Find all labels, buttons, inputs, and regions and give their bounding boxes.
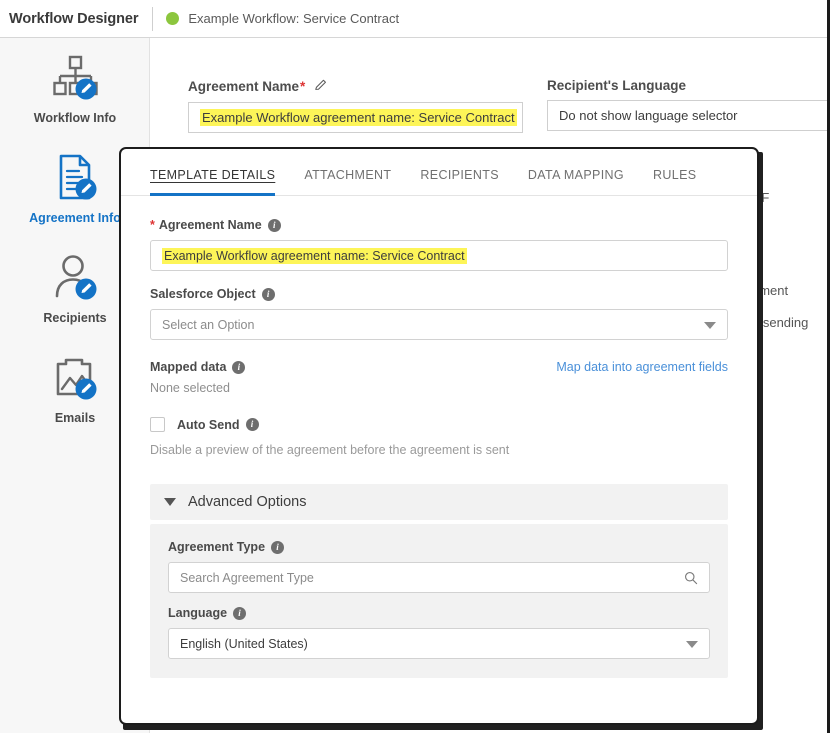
label-text: Agreement Name (158, 218, 262, 232)
salesforce-object-label: Salesforce Object i (150, 287, 728, 301)
agreement-name-input[interactable]: Example Workflow agreement name: Service… (150, 240, 728, 271)
background-agreement-name-input[interactable]: Example Workflow agreement name: Service… (188, 102, 523, 133)
label-text: Agreement Type (168, 540, 266, 554)
info-icon[interactable]: i (232, 360, 246, 374)
label-text: Language (168, 606, 228, 620)
auto-send-label: Auto Send i (177, 418, 259, 432)
language-label: Language i (168, 606, 710, 620)
sidebar-item-label: Emails (54, 410, 96, 425)
tab-rules[interactable]: RULES (653, 168, 696, 196)
info-icon[interactable]: i (245, 418, 259, 431)
sidebar-item-label: Workflow Info (33, 110, 117, 125)
chevron-down-icon[interactable] (686, 640, 698, 648)
sidebar-item-workflow-info[interactable]: Workflow Info (0, 38, 150, 138)
background-agreement-name-value: Example Workflow agreement name: Service… (200, 109, 517, 126)
advanced-options-header[interactable]: Advanced Options (150, 484, 728, 520)
chevron-down-icon[interactable] (704, 321, 716, 329)
background-recipients-language-group: Recipient's Language Do not show languag… (547, 78, 827, 131)
label-text: Mapped data (150, 360, 227, 374)
person-icon (49, 252, 101, 304)
mapped-data-row: Mapped data i Map data into agreement fi… (150, 360, 728, 374)
advanced-options-panel: Agreement Type i Search Agreement Type L… (150, 524, 728, 678)
salesforce-object-value: Select an Option (162, 317, 255, 332)
tab-data-mapping[interactable]: DATA MAPPING (528, 168, 624, 196)
template-details-modal: TEMPLATE DETAILS ATTACHMENT RECIPIENTS D… (119, 147, 759, 725)
background-recipients-language-select[interactable]: Do not show language selector (547, 100, 827, 131)
workflow-name-label: Example Workflow: Service Contract (188, 11, 400, 26)
background-recipients-language-label: Recipient's Language (547, 78, 686, 93)
auto-send-row[interactable]: Auto Send i (150, 417, 728, 432)
background-agreement-name-label: Agreement Name * (188, 78, 523, 95)
modal-body: * Agreement Name i Example Workflow agre… (121, 196, 757, 678)
label-text: Agreement Name (188, 79, 300, 94)
auto-send-checkbox[interactable] (150, 417, 165, 432)
salesforce-object-select[interactable]: Select an Option (150, 309, 728, 340)
background-agreement-name-group: Agreement Name * Example Workflow agreeme… (188, 78, 523, 133)
tab-template-details[interactable]: TEMPLATE DETAILS (150, 168, 276, 196)
background-recipients-language-value: Do not show language selector (559, 108, 738, 123)
chevron-down-icon (164, 498, 176, 506)
agreement-type-search-field[interactable]: Search Agreement Type (168, 562, 710, 593)
agreement-name-label: * Agreement Name i (150, 218, 728, 232)
auto-send-help-text: Disable a preview of the agreement befor… (150, 443, 510, 457)
status-dot-icon (166, 12, 180, 25)
header-divider (152, 6, 154, 31)
language-select[interactable]: English (United States) (168, 628, 710, 659)
sidebar-item-label: Recipients (43, 310, 107, 325)
page-title: Workflow Designer (9, 10, 139, 27)
info-icon[interactable]: i (271, 540, 285, 554)
tab-recipients[interactable]: RECIPIENTS (420, 168, 499, 196)
agreement-type-label: Agreement Type i (168, 540, 710, 554)
agreement-type-placeholder: Search Agreement Type (180, 570, 314, 585)
info-icon[interactable]: i (261, 287, 275, 301)
label-text: Salesforce Object (150, 287, 256, 301)
map-data-link[interactable]: Map data into agreement fields (556, 360, 728, 374)
required-asterisk: * (300, 79, 306, 94)
advanced-options-title: Advanced Options (188, 494, 307, 510)
modal-tab-bar: TEMPLATE DETAILS ATTACHMENT RECIPIENTS D… (121, 149, 757, 196)
sidebar-item-label: Agreement Info (29, 210, 121, 225)
required-asterisk: * (150, 218, 155, 232)
tab-attachment[interactable]: ATTACHMENT (304, 168, 391, 196)
search-icon[interactable] (684, 571, 698, 585)
mapped-data-value: None selected (150, 381, 230, 395)
pencil-icon[interactable] (314, 78, 328, 95)
agreement-name-value: Example Workflow agreement name: Service… (162, 247, 467, 264)
language-value: English (United States) (180, 636, 308, 651)
mapped-data-label: Mapped data i (150, 360, 246, 374)
application-frame: Workflow Designer Example Workflow: Serv… (0, 0, 830, 733)
document-icon (49, 152, 101, 204)
info-icon[interactable]: i (233, 606, 247, 620)
top-header-bar: Workflow Designer Example Workflow: Serv… (0, 0, 827, 38)
info-icon[interactable]: i (267, 218, 281, 232)
label-text: Auto Send (177, 417, 240, 432)
image-icon (49, 352, 101, 404)
org-chart-icon (49, 52, 101, 104)
